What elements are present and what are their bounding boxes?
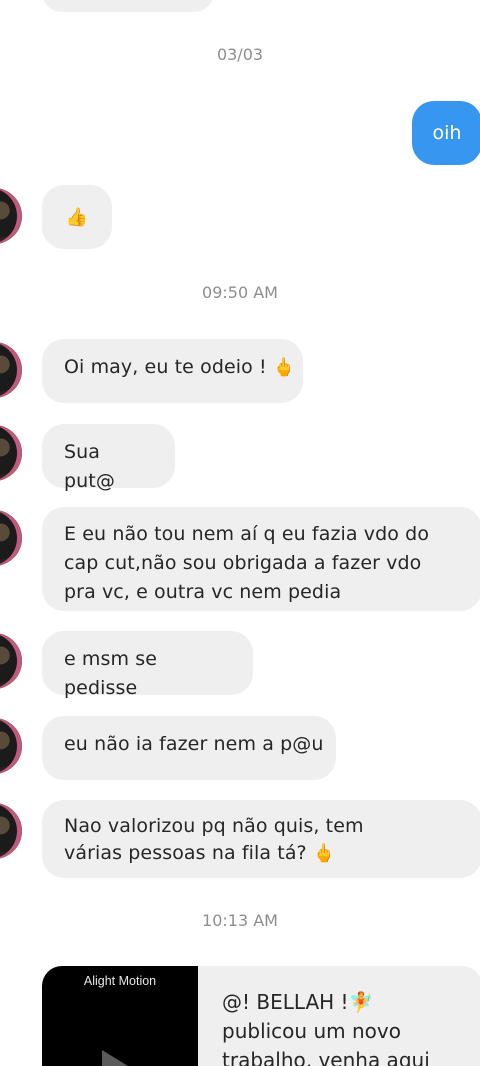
time-separator: 10:13 AM xyxy=(202,911,278,930)
shared-post-card[interactable]: Alight Motion @! BELLAH !🧚 publicou um n… xyxy=(42,966,480,1066)
middle-finger-icon: 🖕 xyxy=(272,357,296,378)
chat-thread[interactable]: 03/03 oih 👍 09:50 AM Oi may, eu te odeio… xyxy=(0,0,480,1066)
message-text: Sua put@ xyxy=(64,441,115,492)
thumbnail-app-label: Alight Motion xyxy=(83,974,157,988)
message-text: e msm se pedisse xyxy=(64,648,158,699)
thumbs-up-icon: 👍 xyxy=(65,206,89,228)
shared-post-line: @! BELLAH !🧚 xyxy=(222,990,374,1014)
contact-avatar[interactable] xyxy=(0,188,22,244)
post-thumbnail[interactable]: Alight Motion xyxy=(42,966,198,1066)
thumbs-up-message[interactable]: 👍 xyxy=(42,185,112,249)
contact-avatar[interactable] xyxy=(0,718,22,774)
shared-post-text: @! BELLAH !🧚 publicou um novo trabalho, … xyxy=(222,988,480,1066)
shared-post-line: publicou um novo xyxy=(222,1019,401,1043)
date-separator: 03/03 xyxy=(216,45,264,64)
incoming-message-bubble[interactable]: Sua put@ xyxy=(42,424,175,492)
contact-avatar[interactable] xyxy=(0,510,22,566)
time-separator: 09:50 AM xyxy=(202,283,278,302)
message-text: eu não ia fazer nem a p@u xyxy=(64,733,324,755)
incoming-message-bubble[interactable]: eu não ia fazer nem a p@u xyxy=(42,716,336,780)
contact-avatar[interactable] xyxy=(0,803,22,859)
contact-avatar[interactable] xyxy=(0,425,22,481)
play-icon[interactable] xyxy=(102,1050,128,1066)
outgoing-message-bubble[interactable]: oih xyxy=(412,101,480,165)
incoming-message-bubble[interactable]: Oi may, eu te odeio ! 🖕 xyxy=(42,339,303,403)
message-text: Oi may, eu te odeio ! xyxy=(64,356,267,378)
shared-post-line: trabalho, venha aqui xyxy=(222,1048,430,1066)
previous-message-bubble[interactable] xyxy=(42,0,214,12)
contact-avatar[interactable] xyxy=(0,342,22,398)
incoming-message-bubble[interactable]: e msm se pedisse xyxy=(42,631,253,699)
incoming-message-bubble[interactable]: E eu não tou nem aí q eu fazia vdo do ca… xyxy=(42,507,480,611)
incoming-message-bubble[interactable]: Nao valorizou pq não quis, tem várias pe… xyxy=(42,800,480,878)
contact-avatar[interactable] xyxy=(0,633,22,689)
message-text: E eu não tou nem aí q eu fazia vdo do ca… xyxy=(64,523,430,603)
outgoing-message-text: oih xyxy=(432,122,462,144)
middle-finger-icon: 🖕 xyxy=(312,843,336,864)
